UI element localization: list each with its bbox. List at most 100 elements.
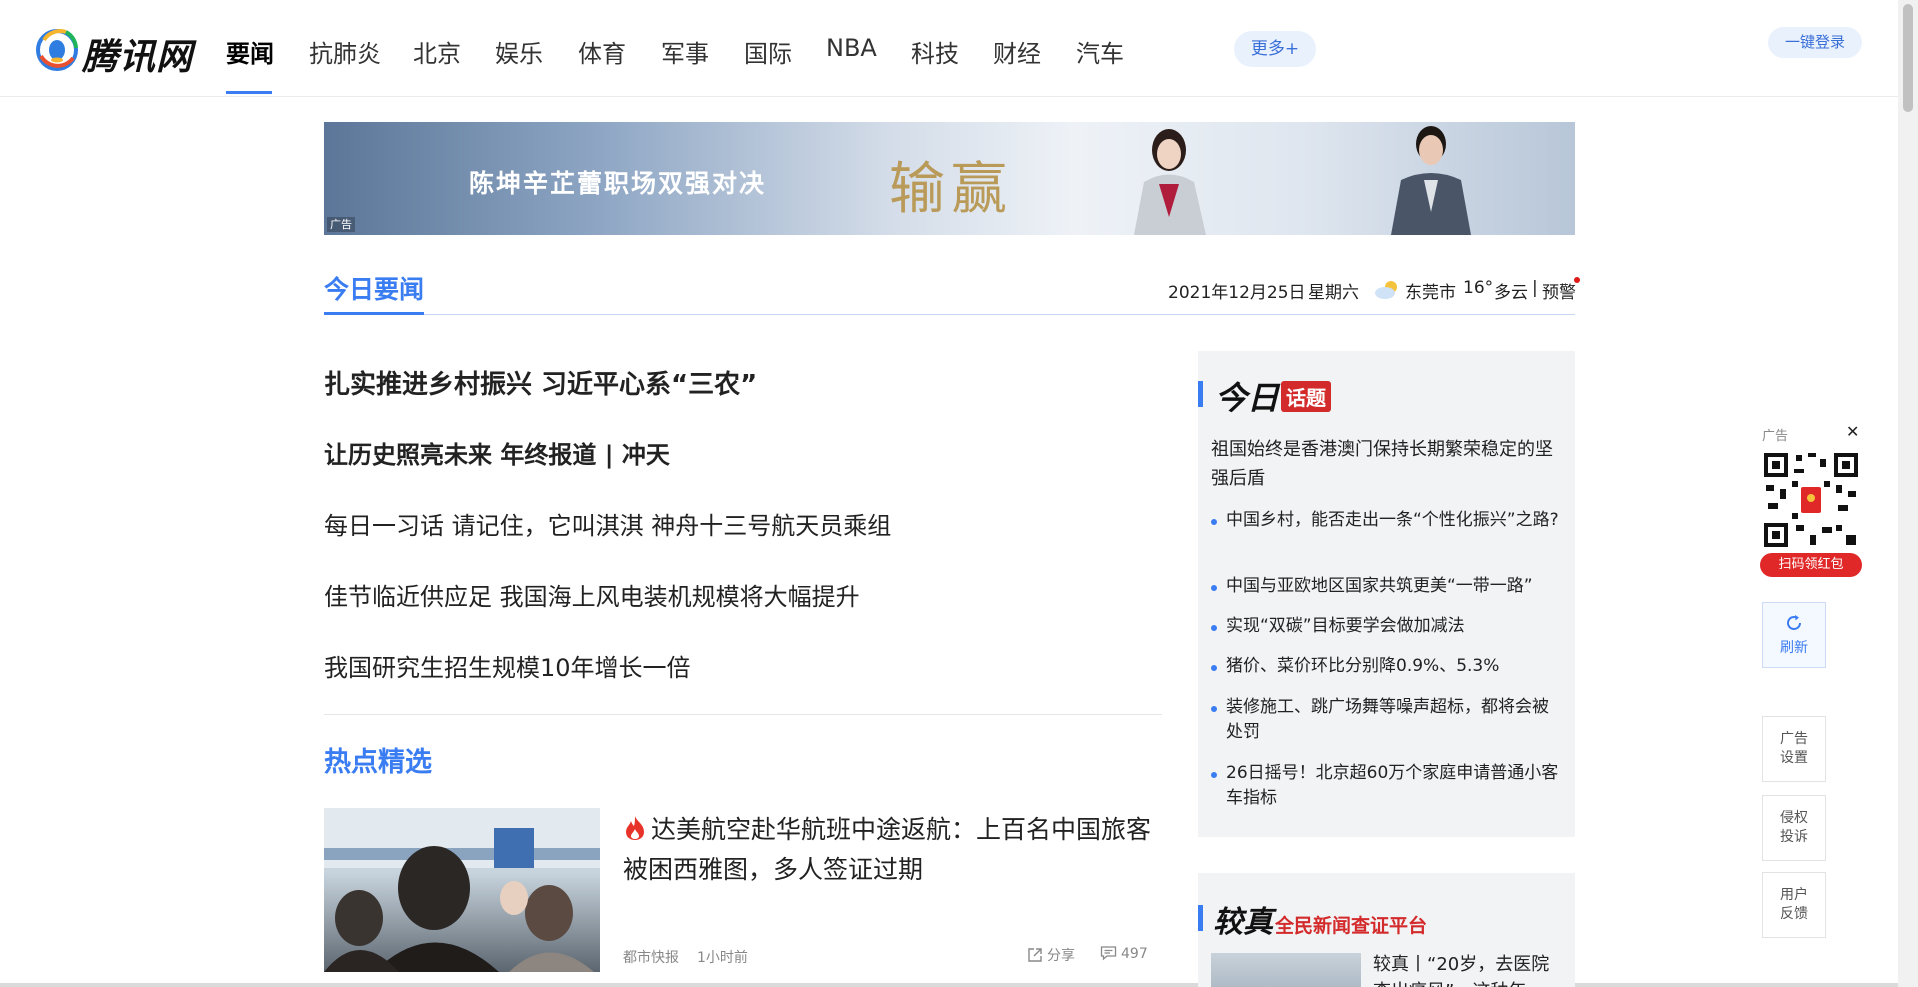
feedback-label-line2: 反馈 [1780,906,1808,922]
topic-accent-bar [1198,381,1203,407]
topic-list-item[interactable]: 中国乡村，能否走出一条“个性化振兴”之路? [1211,508,1563,533]
nav-item-beijing[interactable]: 北京 [413,34,461,69]
banner-tagline: 陈坤辛芷蕾职场双强对决 [469,169,767,198]
ad-banner[interactable]: 陈坤辛芷蕾职场双强对决 输赢 广告 [324,122,1575,235]
topic-lead-link[interactable]: 祖国始终是香港澳门保持长期繁荣稳定的坚强后盾 [1211,435,1561,493]
topic-item-text: 中国乡村，能否走出一条“个性化振兴”之路? [1226,510,1559,530]
section-title-underline [324,312,424,315]
verify-logo-sub: 全民新闻查证平台 [1275,915,1428,937]
cloudy-weather-icon [1375,281,1397,299]
headline-5[interactable]: 我国研究生招生规模10年增长一倍 [324,648,691,683]
page-scrollbar[interactable] [1898,0,1918,987]
nav-item-kangfeiyan[interactable]: 抗肺炎 [309,34,381,69]
window-bottom-edge [0,983,1898,987]
feature-news-source[interactable]: 都市快报 [623,947,679,967]
section-divider [324,314,1575,315]
bullet-dot-icon [1211,585,1217,591]
nav-item-guoji[interactable]: 国际 [744,34,792,69]
report-label-line1: 侵权 [1780,810,1808,826]
weather-separator: | [1532,278,1538,298]
topic-list-item[interactable]: 实现“双碳”目标要学会做加减法 [1211,614,1563,639]
headline-2[interactable]: 让历史照亮未来 年终报道 | 冲天 [324,435,670,470]
nav-item-tiyu[interactable]: 体育 [578,34,626,69]
topic-list-item[interactable]: 猪价、菜价环比分别降0.9%、5.3% [1211,654,1563,679]
topic-list-item[interactable]: 26日摇号！北京超60万个家庭申请普通小客车指标 [1211,761,1563,811]
share-label: 分享 [1047,948,1075,964]
crowd-photo [324,808,600,972]
fact-check-article-link[interactable]: 较真丨“20岁，去医院查出痛风”，这种年 [1373,951,1563,987]
current-date: 2021年12月25日 [1168,283,1306,303]
refresh-label: 刷新 [1780,640,1808,656]
nav-item-nba[interactable]: NBA [826,34,877,62]
bullet-dot-icon [1211,519,1217,525]
headline-1[interactable]: 扎实推进乡村振兴 习近平心系“三农” [324,364,757,401]
today-topic-card: 今日 话题 祖国始终是香港澳门保持长期繁荣稳定的坚强后盾 中国乡村，能否走出一条“… [1198,351,1575,837]
feature-news-time: 1小时前 [697,950,748,966]
topic-list-item[interactable]: 装修施工、跳广场舞等噪声超标，都将会被处罚 [1211,695,1563,745]
ad-settings-label-line1: 广告 [1780,731,1808,747]
feedback-label-line1: 用户 [1780,887,1808,903]
banner-actor-image [1391,126,1471,235]
headline-3[interactable]: 每日一习话 请记住，它叫淇淇 神舟十三号航天员乘组 [324,506,891,541]
feature-news-thumbnail[interactable] [324,808,600,972]
topic-item-text: 中国与亚欧地区国家共筑更美“一带一路” [1226,576,1533,596]
bullet-dot-icon [1211,625,1217,631]
nav-item-qiche[interactable]: 汽车 [1076,34,1124,69]
alert-notification-dot [1574,277,1580,283]
nav-item-yaowen[interactable]: 要闻 [226,34,274,69]
bullet-dot-icon [1211,772,1217,778]
nav-item-caijing[interactable]: 财经 [993,34,1041,69]
weather-condition: 多云 [1494,283,1528,303]
current-weekday: 星期六 [1308,283,1359,303]
topic-item-text: 实现“双碳”目标要学会做加减法 [1226,616,1465,636]
share-button[interactable]: 分享 [1027,945,1075,965]
weather-temperature: 16° [1463,278,1494,298]
user-feedback-button[interactable]: 用户 反馈 [1762,872,1826,938]
scrollbar-thumb[interactable] [1903,4,1913,112]
headlines-divider [324,714,1162,715]
feature-news-title[interactable]: 达美航空赴华航班中途返航：上百名中国旅客被困西雅图，多人签证过期 [623,810,1163,890]
fact-check-logo: 较真 全民新闻查证平台 [1213,897,1427,941]
verify-accent-bar [1198,905,1203,931]
ad-settings-button[interactable]: 广告 设置 [1762,716,1826,782]
comment-count: 497 [1121,946,1148,962]
hot-picks-title: 热点精选 [324,747,432,778]
headline-4[interactable]: 佳节临近供应足 我国海上风电装机规模将大幅提升 [324,577,860,612]
qr-ad-label: 广告 [1762,429,1789,444]
scan-red-packet-button[interactable]: 扫码领红包 [1760,553,1862,577]
fact-check-thumbnail[interactable] [1211,953,1361,987]
one-click-login-button[interactable]: 一键登录 [1768,27,1862,58]
verify-logo-main: 较真 [1213,905,1273,940]
close-icon[interactable]: ✕ [1846,422,1859,441]
report-label-line2: 投诉 [1780,829,1808,845]
topic-logo-main: 今日 [1215,379,1280,417]
nav-item-keji[interactable]: 科技 [911,34,959,69]
banner-ad-tag: 广告 [327,217,355,232]
share-icon [1028,948,1042,962]
today-news-title: 今日要闻 [324,275,425,304]
bullet-dot-icon [1211,706,1217,712]
site-logo-text: 腾讯网 [82,37,194,78]
qr-code-icon[interactable] [1762,451,1860,549]
refresh-icon [1787,615,1801,630]
weather-alert-link[interactable]: 预警 [1542,278,1576,303]
today-topic-logo: 今日 话题 [1215,373,1332,417]
nav-item-junshi[interactable]: 军事 [661,34,709,69]
topic-logo-badge: 话题 [1281,380,1332,412]
infringement-report-button[interactable]: 侵权 投诉 [1762,795,1826,861]
site-logo[interactable]: 腾讯网 [36,26,192,78]
more-channels-button[interactable]: 更多+ [1234,31,1316,67]
ad-settings-label-line2: 设置 [1780,750,1808,766]
refresh-button[interactable]: 刷新 [1762,602,1826,668]
weather-city[interactable]: 东莞市 [1405,278,1456,303]
comment-icon [1100,946,1117,961]
topic-list-item[interactable]: 中国与亚欧地区国家共筑更美“一带一路” [1211,574,1563,599]
nav-item-yule[interactable]: 娱乐 [495,34,543,69]
top-navigation-bar: 腾讯网 要闻 抗肺炎 北京 娱乐 体育 军事 国际 NBA 科技 财经 汽车 更… [0,0,1898,97]
active-nav-indicator [226,91,272,94]
date-weather-bar: 2021年12月25日 星期六 东莞市 16° 多云 | 预警 [1168,278,1581,303]
bullet-dot-icon [1211,665,1217,671]
banner-slogan: 输赢 [889,157,1013,222]
comment-button[interactable]: 497 [1100,945,1148,962]
topic-item-text: 26日摇号！北京超60万个家庭申请普通小客车指标 [1226,763,1559,808]
